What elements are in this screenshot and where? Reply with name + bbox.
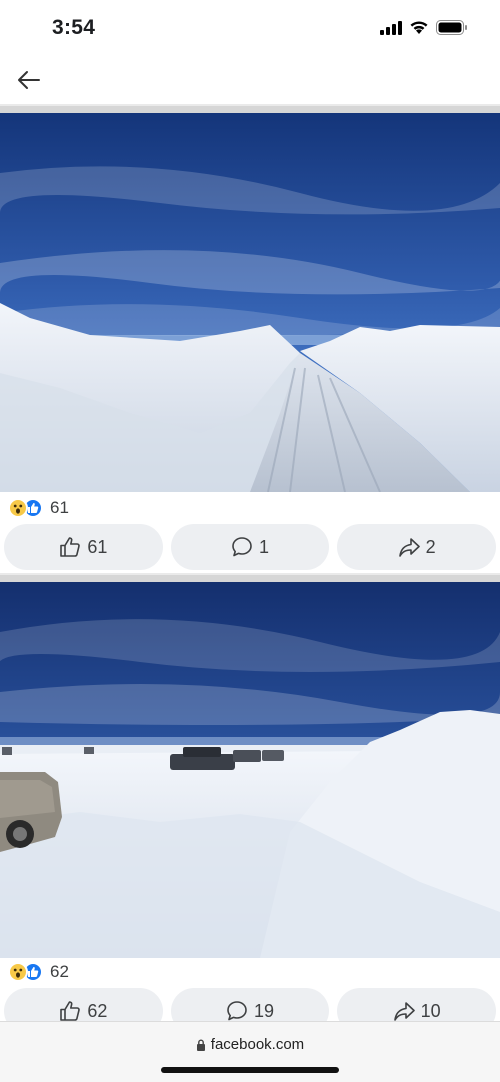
share-count: 10 [420, 1000, 441, 1021]
reaction-count: 62 [50, 962, 69, 981]
comment-icon [232, 537, 252, 557]
post-divider [0, 573, 500, 582]
status-bar: 3:54 [0, 0, 500, 56]
comment-count: 19 [253, 1000, 275, 1021]
home-indicator[interactable] [161, 1067, 339, 1073]
signal-icon [380, 20, 402, 35]
lock-icon [196, 1039, 205, 1051]
like-count: 62 [87, 1000, 108, 1021]
like-button[interactable]: 61 [4, 524, 163, 570]
comment-icon [227, 1001, 247, 1021]
url-display[interactable]: facebook.com [0, 1036, 500, 1053]
comment-button[interactable]: 1 [170, 524, 330, 570]
like-count: 61 [87, 536, 108, 557]
wow-reaction-icon [8, 962, 28, 982]
post-photo[interactable] [0, 113, 500, 492]
wow-reaction-icon [8, 498, 28, 518]
reaction-summary[interactable]: 62 [8, 960, 69, 984]
nav-bar [0, 56, 500, 104]
back-button[interactable] [14, 66, 44, 94]
post-divider [0, 104, 500, 113]
url-text: facebook.com [210, 1036, 305, 1053]
post-action-bar: 61 1 2 [4, 524, 497, 570]
share-icon [393, 1002, 415, 1021]
wifi-icon [410, 21, 428, 34]
post-photo[interactable] [0, 582, 500, 958]
share-icon [398, 538, 420, 557]
back-arrow-icon [18, 71, 40, 89]
thumbs-up-icon [60, 1001, 81, 1021]
browser-url-bar[interactable]: facebook.com [0, 1021, 500, 1082]
status-time: 3:54 [52, 16, 96, 39]
comment-count: 1 [259, 536, 270, 557]
status-icons [380, 20, 468, 35]
reaction-summary[interactable]: 61 [8, 496, 69, 520]
reaction-count: 61 [50, 498, 69, 517]
thumbs-up-icon [60, 537, 81, 557]
share-count: 2 [425, 536, 436, 557]
battery-icon [436, 20, 467, 35]
share-button[interactable]: 2 [337, 524, 497, 570]
